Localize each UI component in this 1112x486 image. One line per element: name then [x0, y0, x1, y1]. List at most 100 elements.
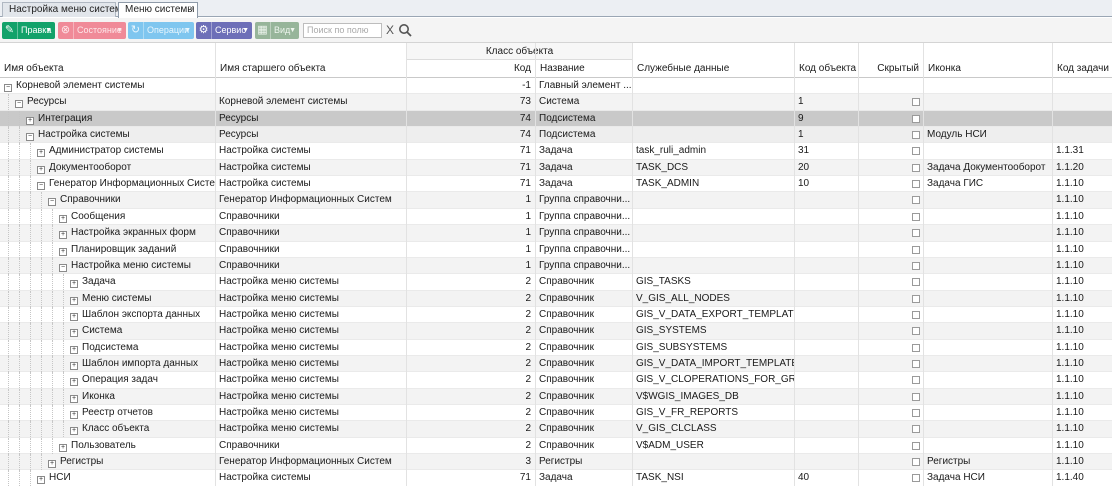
operations-button[interactable]: ↻ Операции ▼	[128, 22, 194, 39]
expand-icon[interactable]: +	[59, 247, 67, 256]
expand-icon[interactable]: +	[70, 361, 78, 370]
table-row[interactable]: + Класс объекта Настройка меню системы 2 Спр…	[0, 421, 1112, 438]
table-row[interactable]: + Шаблон экспорта данных Настройка меню си…	[0, 306, 1112, 324]
expand-icon[interactable]: +	[70, 329, 78, 338]
expand-icon[interactable]: +	[37, 149, 45, 158]
table-row[interactable]: − Настройка системы Ресурсы 74 Подсистема 1 Мо…	[0, 127, 1112, 144]
table-row[interactable]: − Корневой элемент системы -1 Главный элеме…	[0, 78, 1112, 95]
service-button[interactable]: ⚙ Сервис ▼	[196, 22, 252, 39]
collapse-icon[interactable]: −	[15, 100, 23, 109]
collapse-icon[interactable]: −	[4, 84, 12, 92]
hidden-checkbox[interactable]	[912, 294, 920, 303]
hidden-checkbox[interactable]	[912, 196, 920, 205]
edit-button[interactable]: ✎ Правка ▼	[2, 22, 55, 39]
col-title[interactable]: Название	[535, 60, 632, 78]
tree-guide-line	[8, 421, 9, 438]
hidden-checkbox[interactable]	[912, 229, 920, 238]
hidden-checkbox[interactable]	[912, 310, 920, 319]
hidden-checkbox[interactable]	[912, 245, 920, 254]
col-icon[interactable]: Иконка	[923, 60, 1052, 78]
table-row[interactable]: − Генератор Информационных Систем Настройк…	[0, 176, 1112, 193]
col-parent-name[interactable]: Имя старшего объекта	[215, 60, 406, 78]
col-hidden[interactable]: Скрытый	[858, 60, 923, 78]
table-row[interactable]: − Ресурсы Корневой элемент системы 73 Систем…	[0, 94, 1112, 111]
col-object-code[interactable]: Код объекта	[794, 60, 858, 78]
expand-icon[interactable]: +	[37, 476, 45, 485]
tab-menu-settings[interactable]: Настройка меню системы	[2, 2, 129, 17]
hidden-checkbox[interactable]	[912, 212, 920, 221]
tab-system-menu[interactable]: Меню системы ×	[118, 2, 198, 18]
expand-icon[interactable]: +	[37, 165, 45, 174]
table-row[interactable]: + Регистры Генератор Информационных Систем…	[0, 454, 1112, 471]
col-service-data[interactable]: Служебные данные	[632, 60, 794, 78]
search-input[interactable]: Поиск по полю	[303, 23, 382, 38]
hidden-checkbox[interactable]	[912, 327, 920, 336]
hidden-checkbox[interactable]	[912, 474, 920, 483]
code-cell: 2	[525, 357, 531, 369]
table-row[interactable]: + Администратор системы Настройка системы 7…	[0, 143, 1112, 160]
hidden-checkbox[interactable]	[912, 392, 920, 401]
state-button[interactable]: ⊗ Состояние ▼	[58, 22, 126, 39]
clear-search-icon[interactable]: X	[386, 22, 394, 38]
hidden-checkbox[interactable]	[912, 425, 920, 434]
hidden-checkbox[interactable]	[912, 458, 920, 467]
table-row[interactable]: + Подсистема Настройка меню системы 2 Справо…	[0, 339, 1112, 356]
table-row[interactable]: + Меню системы Настройка меню системы 2 Спра…	[0, 290, 1112, 307]
object-name: Администратор системы	[49, 145, 164, 157]
tree-guide-line	[41, 257, 42, 274]
table-row[interactable]: + Задача Настройка меню системы 2 Справочник…	[0, 274, 1112, 291]
hidden-checkbox[interactable]	[912, 409, 920, 417]
col-object-name[interactable]: Имя объекта	[0, 60, 215, 78]
hidden-checkbox[interactable]	[912, 180, 920, 189]
hidden-checkbox[interactable]	[912, 114, 920, 123]
hidden-checkbox[interactable]	[912, 441, 920, 450]
expand-icon[interactable]: +	[70, 411, 78, 419]
object-name-cell: + Планировщик заданий	[59, 242, 215, 258]
table-row[interactable]: + Документооборот Настройка системы 71 Задач…	[0, 159, 1112, 177]
table-row[interactable]: + Реестр отчетов Настройка меню системы 2 Сп…	[0, 405, 1112, 422]
expand-icon[interactable]: +	[70, 280, 78, 289]
hidden-checkbox[interactable]	[912, 343, 920, 352]
table-row[interactable]: + Шаблон импорта данных Настройка меню сис…	[0, 355, 1112, 373]
collapse-icon[interactable]: −	[48, 198, 56, 207]
table-row[interactable]: + Система Настройка меню системы 2 Справочни…	[0, 323, 1112, 340]
expand-icon[interactable]: +	[59, 214, 67, 223]
col-code[interactable]: Код	[406, 60, 535, 78]
table-row[interactable]: + НСИ Настройка системы 71 Задача TASK_NSI 40 З…	[0, 470, 1112, 486]
view-button[interactable]: ▦ Вид ▼	[255, 22, 299, 39]
table-row[interactable]: + Иконка Настройка меню системы 2 Справочник…	[0, 388, 1112, 406]
table-row[interactable]: + Сообщения Справочники 1 Группа справочни..…	[0, 208, 1112, 226]
table-row[interactable]: − Настройка меню системы Справочники 1 Групп…	[0, 257, 1112, 275]
close-icon[interactable]: ×	[189, 1, 194, 15]
hidden-checkbox[interactable]	[912, 376, 920, 385]
expand-icon[interactable]: +	[26, 116, 34, 125]
hidden-checkbox[interactable]	[912, 359, 920, 368]
collapse-icon[interactable]: −	[59, 263, 67, 272]
expand-icon[interactable]: +	[59, 443, 67, 452]
table-row[interactable]: + Пользователь Справочники 2 Справочник V$ADM…	[0, 437, 1112, 455]
hidden-checkbox[interactable]	[912, 131, 920, 140]
hidden-checkbox[interactable]	[912, 278, 920, 287]
collapse-icon[interactable]: −	[37, 182, 45, 191]
tree-guide-line	[30, 143, 31, 160]
table-row[interactable]: − Справочники Генератор Информационных Сис…	[0, 192, 1112, 209]
expand-icon[interactable]: +	[70, 312, 78, 321]
collapse-icon[interactable]: −	[26, 133, 34, 142]
expand-icon[interactable]: +	[70, 296, 78, 305]
expand-icon[interactable]: +	[70, 345, 78, 354]
table-row[interactable]: + Настройка экранных форм Справочники 1 Груп…	[0, 225, 1112, 242]
expand-icon[interactable]: +	[70, 394, 78, 403]
hidden-checkbox[interactable]	[912, 98, 920, 107]
search-icon[interactable]	[398, 22, 412, 38]
table-row[interactable]: + Операция задач Настройка меню системы 2 Сп…	[0, 372, 1112, 389]
hidden-checkbox[interactable]	[912, 261, 920, 270]
expand-icon[interactable]: +	[70, 427, 78, 436]
table-row[interactable]: + Планировщик заданий Справочники 1 Группа с…	[0, 241, 1112, 258]
expand-icon[interactable]: +	[59, 231, 67, 240]
expand-icon[interactable]: +	[48, 460, 56, 469]
hidden-checkbox[interactable]	[912, 163, 920, 172]
table-row[interactable]: + Интеграция Ресурсы 74 Подсистема 9	[0, 110, 1112, 128]
col-task-code[interactable]: Код задачи	[1052, 60, 1112, 78]
hidden-checkbox[interactable]	[912, 147, 920, 156]
expand-icon[interactable]: +	[70, 378, 78, 387]
